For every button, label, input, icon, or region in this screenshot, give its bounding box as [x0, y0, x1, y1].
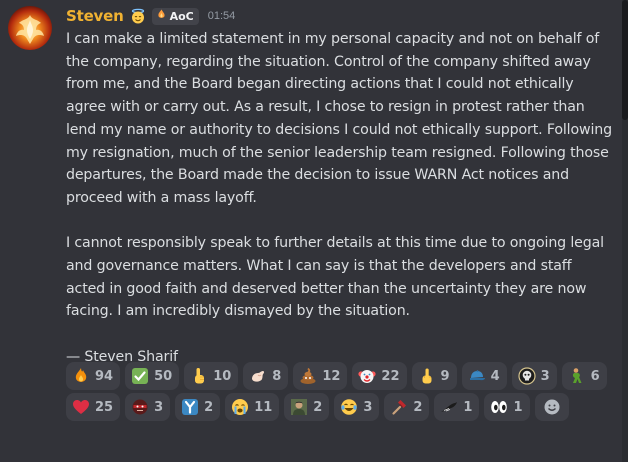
reaction-cap[interactable]: 4 [461, 362, 507, 390]
middle-finger-icon [418, 367, 436, 385]
custom-black-bird-icon [440, 398, 458, 416]
reaction-count: 1 [463, 399, 473, 415]
reaction-count: 2 [413, 399, 423, 415]
reaction-portrait[interactable]: 2 [284, 393, 330, 421]
custom-skull-emblem-icon [518, 367, 536, 385]
reaction-count: 1 [513, 399, 523, 415]
reaction-pinching-hand[interactable]: 8 [243, 362, 289, 390]
smiling-face-with-halo-icon [130, 8, 146, 24]
eyes-icon [490, 398, 508, 416]
reaction-count: 2 [313, 399, 323, 415]
reaction-count: 8 [272, 368, 282, 384]
scrollbar-track[interactable] [622, 0, 628, 462]
reaction-fire[interactable]: 94 [66, 362, 121, 390]
reaction-check-mark[interactable]: 50 [125, 362, 180, 390]
phoenix-avatar-icon [16, 15, 44, 44]
reaction-heart[interactable]: 25 [66, 393, 121, 421]
reaction-skull-emblem[interactable]: 3 [511, 362, 557, 390]
reaction-clown[interactable]: 22 [352, 362, 407, 390]
blue-cap-icon [468, 367, 486, 385]
reaction-masked-face[interactable]: 3 [125, 393, 171, 421]
custom-red-masked-face-icon [131, 398, 149, 416]
fire-hand-icon [156, 9, 167, 23]
scrollbar-thumb[interactable] [622, 0, 628, 120]
reaction-eyes[interactable]: 1 [484, 393, 530, 421]
reaction-count: 6 [590, 368, 600, 384]
reaction-count: 11 [254, 399, 273, 415]
custom-hammer-icon [390, 398, 408, 416]
timestamp[interactable]: 01:54 [208, 10, 236, 22]
add-reaction-button[interactable] [534, 393, 569, 421]
reaction-count: 10 [213, 368, 232, 384]
guild-tag[interactable]: AoC [151, 7, 199, 25]
message-paragraph: I cannot responsibly speak to further de… [66, 235, 609, 320]
backhand-index-pointing-up-icon [190, 367, 208, 385]
reaction-tears-of-joy[interactable]: 3 [334, 393, 380, 421]
custom-portrait-icon [290, 398, 308, 416]
reaction-count: 94 [95, 368, 114, 384]
reaction-poo[interactable]: 12 [293, 362, 348, 390]
reaction-count: 25 [95, 399, 114, 415]
message-paragraph: I can make a limited statement in my per… [66, 31, 617, 206]
reaction-crying[interactable]: 11 [225, 393, 280, 421]
loudly-crying-face-icon [231, 398, 249, 416]
reaction-count: 22 [381, 368, 400, 384]
reaction-black-bird[interactable]: 1 [434, 393, 480, 421]
custom-blue-y-icon [181, 398, 199, 416]
reaction-middle-finger[interactable]: 9 [411, 362, 457, 390]
reaction-green-figure[interactable]: 6 [561, 362, 607, 390]
reaction-count: 9 [440, 368, 450, 384]
chat-message: Steven AoC 01:54 I can make a limited st… [0, 0, 628, 462]
reaction-count: 50 [154, 368, 173, 384]
avatar[interactable] [8, 6, 52, 50]
face-with-tears-of-joy-icon [340, 398, 358, 416]
guild-tag-label: AoC [169, 9, 194, 23]
reaction-count: 3 [154, 399, 164, 415]
clown-face-icon [358, 367, 377, 385]
pinching-hand-icon [249, 367, 267, 385]
reaction-count: 3 [363, 399, 373, 415]
reaction-count: 12 [322, 368, 341, 384]
message-header: Steven AoC 01:54 [66, 5, 235, 27]
reaction-pointing-up[interactable]: 10 [184, 362, 239, 390]
reaction-blue-y[interactable]: 2 [175, 393, 221, 421]
message-content: I can make a limited statement in my per… [66, 28, 614, 369]
reaction-count: 3 [540, 368, 550, 384]
fire-icon [72, 367, 90, 385]
pile-of-poo-icon [299, 367, 317, 385]
check-mark-button-icon [131, 367, 149, 385]
reaction-count: 2 [204, 399, 214, 415]
username[interactable]: Steven [66, 7, 124, 25]
reaction-hammer[interactable]: 2 [384, 393, 430, 421]
reaction-count: 4 [490, 368, 500, 384]
add-reaction-smiley-icon [543, 398, 561, 416]
red-heart-icon [72, 398, 90, 416]
reaction-bar: 94 50 10 8 12 22 9 4 3 6 25 3 2 11 2 3 2… [66, 362, 626, 421]
custom-green-figure-icon [568, 367, 586, 385]
